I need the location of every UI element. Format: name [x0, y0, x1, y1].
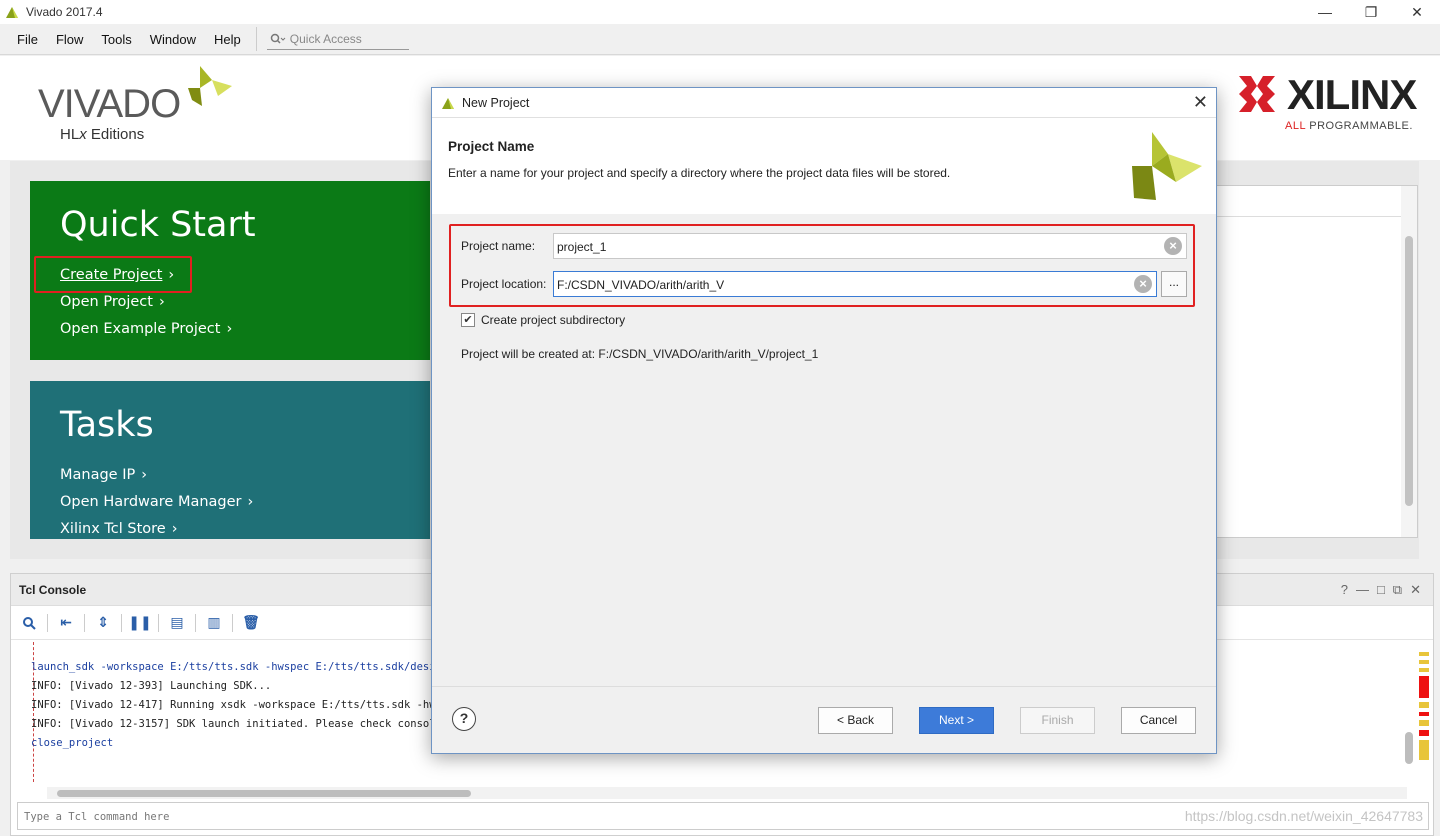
tcl-vertical-scrollbar[interactable]	[1403, 642, 1415, 787]
open-example-project-link[interactable]: Open Example Project ›	[60, 321, 232, 337]
open-hardware-manager-link[interactable]: Open Hardware Manager ›	[60, 494, 253, 510]
create-project-highlight	[34, 256, 192, 293]
tcl-console-title: Tcl Console	[19, 582, 87, 597]
restore-button[interactable]: ❐	[1348, 0, 1394, 24]
dialog-body: Project name: project_1 × Project locati…	[432, 214, 1216, 686]
menu-tools[interactable]: Tools	[92, 32, 140, 47]
close-icon[interactable]: ✕	[1410, 582, 1421, 598]
dialog-footer: ? < Back Next > Finish Cancel	[432, 686, 1216, 753]
search-icon	[270, 33, 286, 44]
tcl-log-line: close_project	[31, 737, 114, 749]
copy-icon[interactable]: ▤	[169, 614, 185, 631]
tasks-panel: Tasks Manage IP › Open Hardware Manager › …	[30, 381, 430, 539]
menu-file[interactable]: File	[8, 32, 47, 47]
xilinx-mark-icon	[1239, 76, 1275, 112]
vivado-editions-label: HLx Editions	[60, 126, 145, 143]
maximize-icon[interactable]: □	[1377, 582, 1385, 598]
search-icon[interactable]	[21, 615, 37, 631]
dialog-header: Project Name Enter a name for your proje…	[432, 118, 1216, 214]
vivado-logo-text: VIVADO	[38, 82, 181, 126]
menu-help[interactable]: Help	[205, 32, 250, 47]
tcl-log-line: INFO: [Vivado 12-393] Launching SDK...	[31, 680, 272, 692]
menu-separator	[255, 27, 257, 51]
quick-start-panel: Quick Start Create Project › Open Project…	[30, 181, 430, 360]
tcl-log-line: INFO: [Vivado 12-417] Running xsdk -work…	[31, 699, 436, 711]
minimize-icon[interactable]: —	[1356, 582, 1369, 598]
tcl-log: launch_sdk -workspace E:/tts/tts.sdk -hw…	[31, 658, 436, 753]
menu-window[interactable]: Window	[141, 32, 205, 47]
page-title: Project Name	[448, 139, 535, 154]
tcl-message-markers	[1419, 652, 1429, 762]
tcl-header-controls: ? — □ ⧉ ✕	[1341, 582, 1421, 598]
vivado-app-icon	[6, 7, 18, 18]
next-button[interactable]: Next >	[919, 707, 994, 734]
pause-icon[interactable]: ❚❚	[128, 614, 151, 631]
dialog-title: New Project	[462, 95, 530, 110]
project-path-summary: Project will be created at: F:/CSDN_VIVA…	[461, 347, 819, 361]
help-button[interactable]: ?	[452, 707, 476, 731]
vivado-logo: VIVADO	[38, 66, 232, 127]
page-description: Enter a name for your project and specif…	[448, 166, 951, 180]
scrollbar-thumb[interactable]	[1405, 732, 1413, 764]
scrollbar-thumb[interactable]	[57, 790, 471, 797]
minimize-button[interactable]: —	[1302, 0, 1348, 24]
dialog-close-button[interactable]: ✕	[1193, 92, 1208, 113]
recent-projects-pane	[1216, 185, 1418, 538]
close-window-button[interactable]: ✕	[1394, 0, 1440, 24]
watermark-text: https://blog.csdn.net/weixin_42647783	[1184, 808, 1423, 824]
menu-bar: File Flow Tools Window Help Quick Access	[0, 24, 1440, 55]
dialog-titlebar: New Project	[432, 88, 1216, 118]
fields-highlight	[449, 224, 1195, 307]
quick-access-search[interactable]: Quick Access	[266, 28, 409, 50]
manage-ip-link[interactable]: Manage IP ›	[60, 467, 147, 483]
quick-access-placeholder: Quick Access	[289, 31, 362, 46]
columns-icon[interactable]: ▥	[206, 614, 222, 631]
window-titlebar: Vivado 2017.4 — ❐ ✕	[0, 0, 1440, 24]
scrollbar-thumb[interactable]	[1405, 236, 1413, 506]
tcl-log-line: launch_sdk -workspace E:/tts/tts.sdk -hw…	[31, 661, 436, 673]
create-subdirectory-checkbox[interactable]: ✔	[461, 313, 475, 327]
cancel-button[interactable]: Cancel	[1121, 707, 1196, 734]
trash-icon[interactable]: 🗑	[242, 614, 260, 631]
quick-start-title: Quick Start	[60, 205, 256, 245]
create-subdirectory-row: ✔ Create project subdirectory	[461, 313, 625, 327]
tcl-log-line: INFO: [Vivado 12-3157] SDK launch initia…	[31, 718, 436, 730]
vivado-leaf-icon	[188, 66, 232, 106]
new-project-dialog: New Project ✕ Project Name Enter a name …	[431, 87, 1217, 754]
vivado-app-icon	[442, 97, 454, 109]
project-path-value: F:/CSDN_VIVADO/arith/arith_V/project_1	[598, 347, 819, 361]
tcl-horizontal-scrollbar[interactable]	[47, 787, 1407, 799]
xilinx-tcl-store-link[interactable]: Xilinx Tcl Store ›	[60, 521, 178, 537]
xilinx-logo-text: XILINX	[1287, 71, 1417, 118]
menu-flow[interactable]: Flow	[47, 32, 92, 47]
open-project-link[interactable]: Open Project ›	[60, 294, 165, 310]
back-button[interactable]: < Back	[818, 707, 893, 734]
tasks-title: Tasks	[60, 405, 154, 445]
window-title: Vivado 2017.4	[26, 5, 103, 19]
expand-all-icon[interactable]: ⇕	[95, 614, 111, 631]
collapse-all-icon[interactable]: ⇤	[58, 614, 74, 631]
recent-pane-scrollbar[interactable]	[1401, 186, 1417, 537]
float-icon[interactable]: ⧉	[1393, 582, 1402, 598]
xilinx-logo: XILINX ALL PROGRAMMABLE.	[1237, 71, 1417, 132]
vivado-leaf-icon	[1132, 132, 1202, 200]
finish-button[interactable]: Finish	[1020, 707, 1095, 734]
xilinx-tagline: ALL PROGRAMMABLE.	[1285, 120, 1413, 132]
create-subdirectory-label: Create project subdirectory	[481, 313, 626, 327]
help-icon[interactable]: ?	[1341, 582, 1348, 598]
